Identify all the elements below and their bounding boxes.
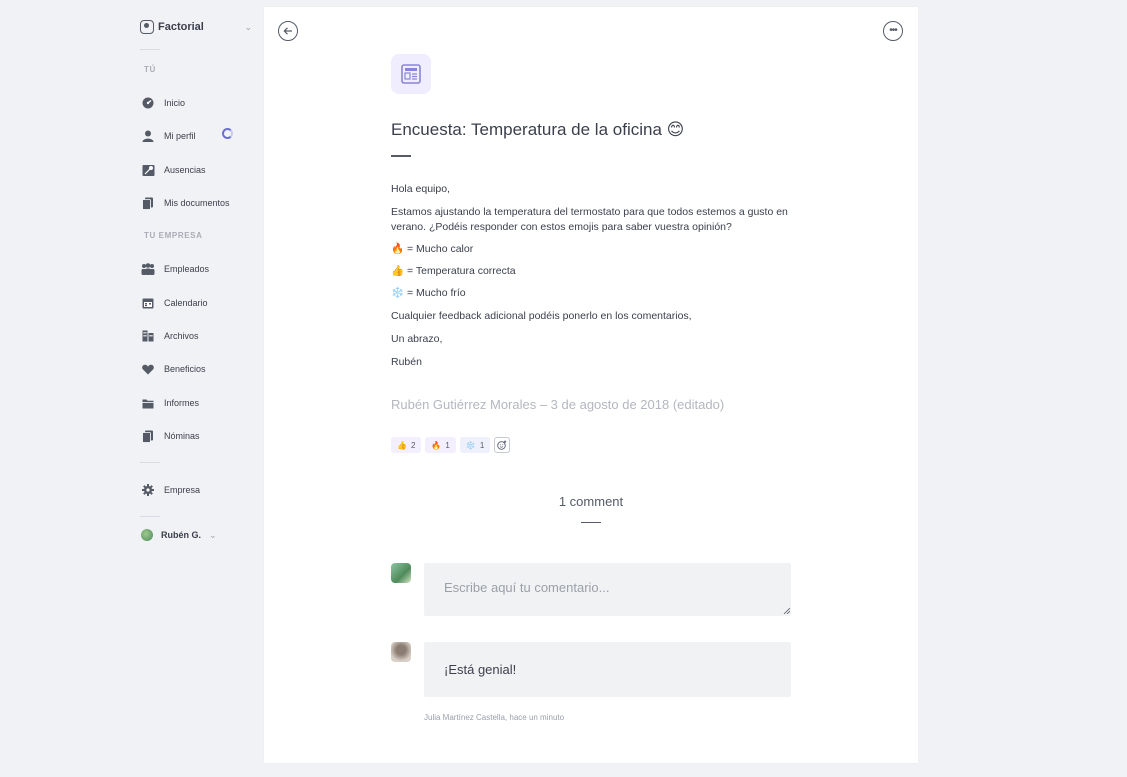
back-button[interactable] <box>278 21 298 41</box>
sidebar: Factorial ⌄ TÚ Inicio Mi perfil Ausencia… <box>0 0 264 777</box>
sidebar-item-ausencias[interactable]: Ausencias <box>141 162 206 178</box>
section-title-you: TÚ <box>144 65 156 74</box>
reaction-thumbs-up[interactable]: 👍 2 <box>391 437 422 453</box>
payslips-icon <box>141 429 155 443</box>
reaction-count: 1 <box>479 440 485 450</box>
reactions-bar: 👍 2 🔥 1 ❄️ 1 <box>391 437 511 453</box>
avatar <box>141 529 153 541</box>
chevron-down-icon: ⌄ <box>209 529 217 540</box>
calendar-icon <box>141 296 155 310</box>
post-paragraph: Rubén <box>391 356 422 368</box>
sidebar-item-label: Mis documentos <box>164 198 230 208</box>
sidebar-item-label: Inicio <box>164 98 186 108</box>
archive-icon <box>141 329 155 343</box>
post-paragraph: Un abrazo, <box>391 333 443 345</box>
post-title: Encuesta: Temperatura de la oficina 😊 <box>391 120 685 139</box>
folder-icon <box>141 396 155 410</box>
snowflake-icon: ❄️ <box>465 440 476 450</box>
sidebar-item-label: Informes <box>164 398 200 408</box>
sidebar-item-informes[interactable]: Informes <box>141 395 199 411</box>
divider <box>140 516 160 517</box>
post-paragraph: 🔥 = Mucho calor <box>391 243 474 255</box>
post-paragraph: 👍 = Temperatura correcta <box>391 265 516 277</box>
sidebar-item-label: Calendario <box>164 298 208 308</box>
reaction-fire[interactable]: 🔥 1 <box>425 437 456 453</box>
divider <box>140 49 160 50</box>
sidebar-item-archivos[interactable]: Archivos <box>141 328 199 344</box>
arrow-left-icon <box>283 27 292 35</box>
comment-text: ¡Está genial! <box>424 642 791 697</box>
divider <box>140 462 160 463</box>
title-underline <box>391 155 411 157</box>
sidebar-item-mi-perfil[interactable]: Mi perfil <box>141 128 196 144</box>
sidebar-item-label: Nóminas <box>164 431 200 441</box>
sidebar-item-calendario[interactable]: Calendario <box>141 295 208 311</box>
beach-icon <box>141 163 155 177</box>
heart-icon <box>141 362 155 376</box>
person-icon <box>141 129 155 143</box>
sidebar-item-label: Archivos <box>164 331 199 341</box>
thumbs-up-icon: 👍 <box>397 440 407 450</box>
sidebar-item-label: Empresa <box>164 485 201 495</box>
chevron-down-icon: ⌄ <box>244 21 252 32</box>
sidebar-item-nominas[interactable]: Nóminas <box>141 428 200 444</box>
comment-input[interactable] <box>424 563 791 616</box>
dashboard-gauge-icon <box>141 96 155 110</box>
more-options-button[interactable]: ••• <box>883 21 903 41</box>
sidebar-item-mis-documentos[interactable]: Mis documentos <box>141 195 230 211</box>
profile-progress-ring-icon <box>222 128 233 139</box>
people-icon <box>141 262 155 276</box>
sidebar-item-label: Mi perfil <box>164 131 196 141</box>
factorial-logo-icon <box>140 20 154 34</box>
post-paragraph: Estamos ajustando la temperatura del ter… <box>391 206 788 233</box>
resize-handle-icon[interactable] <box>783 607 790 614</box>
user-name: Rubén G. <box>161 530 201 540</box>
newspaper-icon <box>391 54 431 94</box>
brand-name: Factorial <box>158 21 204 33</box>
post-card: ••• Encuesta: Temperatura de la oficina … <box>264 7 918 763</box>
reaction-count: 1 <box>445 440 450 450</box>
add-emoji-icon <box>497 440 507 450</box>
sidebar-item-inicio[interactable]: Inicio <box>141 95 185 111</box>
section-title-company: TU EMPRESA <box>144 231 203 240</box>
sidebar-item-empresa[interactable]: Empresa <box>141 482 200 498</box>
post-author-date: Rubén Gutiérrez Morales – 3 de agosto de… <box>391 397 725 412</box>
post-body: Hola equipo, Estamos ajustando la temper… <box>391 182 801 370</box>
fire-icon: 🔥 <box>431 440 442 450</box>
add-reaction-button[interactable] <box>494 437 511 453</box>
sidebar-item-label: Ausencias <box>164 165 206 175</box>
sidebar-item-empleados[interactable]: Empleados <box>141 261 209 277</box>
documents-icon <box>141 196 155 210</box>
sidebar-item-label: Empleados <box>164 264 210 274</box>
user-menu[interactable]: Rubén G. ⌄ <box>141 529 217 541</box>
reaction-snowflake[interactable]: ❄️ 1 <box>459 437 491 453</box>
company-switcher[interactable]: Factorial ⌄ <box>140 17 252 37</box>
ellipsis-icon: ••• <box>889 25 897 36</box>
gear-icon <box>141 483 155 497</box>
reaction-count: 2 <box>410 440 416 450</box>
avatar <box>391 642 411 662</box>
sidebar-item-label: Beneficios <box>164 364 206 374</box>
comments-count: 1 comment <box>558 494 624 509</box>
comment-meta: Julia Martínez Castella, hace un minuto <box>424 713 565 722</box>
post-paragraph: Hola equipo, <box>391 183 450 195</box>
post-paragraph: Cualquier feedback adicional podéis pone… <box>391 310 692 322</box>
avatar <box>391 563 411 583</box>
sidebar-item-beneficios[interactable]: Beneficios <box>141 361 206 377</box>
post-paragraph: ❄️ = Mucho frío <box>391 287 466 299</box>
comments-underline <box>581 522 601 523</box>
